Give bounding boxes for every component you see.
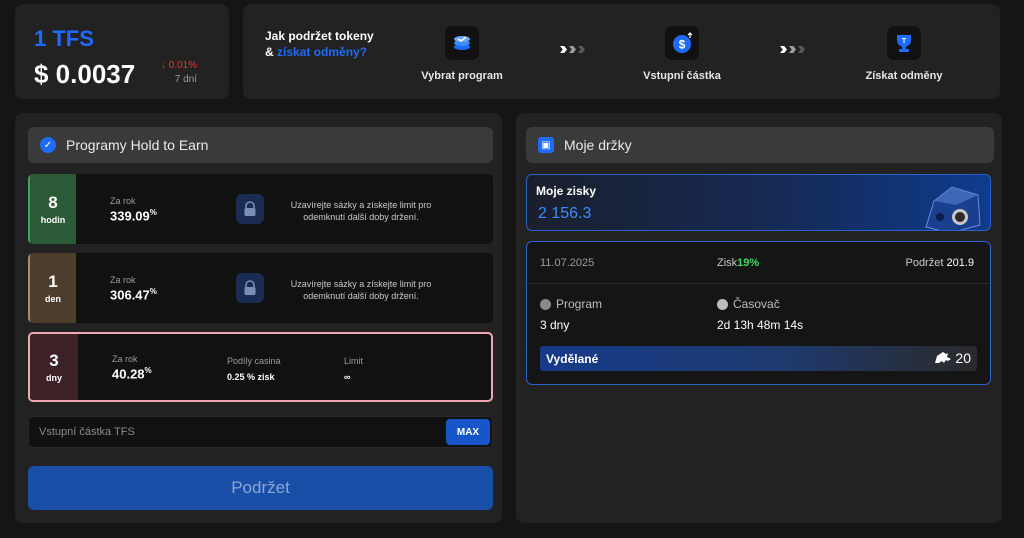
earnings-value: 2 156.3 (538, 205, 592, 222)
step-label: Získat odměny (865, 70, 943, 82)
timer-label: Časovač (717, 297, 780, 311)
price-change: ↓ 0.01% (161, 60, 197, 71)
crystal-coin-icon (925, 186, 981, 230)
step-arrows-1 (560, 46, 585, 53)
token-name: 1 TFS (34, 26, 94, 51)
earned-label: Vydělané (546, 352, 599, 366)
holding-date: 11.07.2025 (540, 257, 595, 269)
holding-held: Podržet 201.9 (905, 257, 974, 269)
program-duration: 1 den (28, 253, 76, 323)
locked-message: Uzavírejte sázky a získejte limit pro od… (290, 200, 432, 222)
duration-number: 3 (49, 351, 59, 370)
duration-unit: den (44, 294, 61, 304)
step-label: Vybrat program (421, 70, 503, 82)
program-card-1-day[interactable]: 1 den Za rok 306.47% Uzavírejte sázky a … (28, 253, 493, 323)
how-to-panel: Jak podržet tokeny & získat odměny? Vybr… (243, 4, 1000, 99)
token-price-panel: 1 TFS $ 0.0037 ↓ 0.01% 7 dní (15, 4, 229, 99)
held-label: Podržet (905, 257, 944, 269)
svg-text:T: T (902, 38, 907, 45)
earned-amount: 20 (955, 350, 971, 366)
limit-label: Limit (344, 356, 364, 366)
earnings-title: Moje zisky (536, 184, 597, 198)
program-value: 3 dny (540, 318, 570, 332)
token-price-value: $ 0.0037 (34, 59, 136, 89)
trophy-icon: T (887, 26, 921, 60)
locked-message: Uzavírejte sázky a získejte limit pro od… (290, 279, 432, 301)
profit-value: 19% (737, 257, 760, 269)
amount-row: MAX (28, 416, 493, 448)
step-choose-program: Vybrat program (397, 26, 527, 82)
rate-number: 339.09 (110, 208, 150, 224)
price-period: 7 dní (174, 74, 197, 85)
program-duration: 3 dny (30, 334, 78, 400)
svg-text:$: $ (679, 38, 686, 52)
timer-value: 2d 13h 48m 14s (717, 318, 804, 332)
max-button[interactable]: MAX (446, 419, 490, 445)
duration-number: 8 (48, 193, 58, 212)
step-arrows-2 (780, 46, 805, 53)
duration-unit: dny (45, 373, 62, 383)
program-card-3-days[interactable]: 3 dny Za rok 40.28% Podíly casina 0.25 %… (28, 332, 493, 402)
duration-unit: hodin (40, 215, 66, 225)
rate-label: Za rok (110, 196, 136, 206)
earnings-card: Moje zisky 2 156.3 (526, 174, 991, 231)
holding-profit: Zisk19% (717, 257, 759, 269)
earned-value: 20 (934, 350, 971, 366)
amount-input[interactable] (29, 417, 439, 447)
down-arrow-icon: ↓ (160, 60, 166, 71)
stack-check-icon (445, 26, 479, 60)
holdings-panel: ▣ Moje držky Moje zisky 2 156.3 11.07.20… (516, 113, 1002, 523)
program-card-8-hours[interactable]: 8 hodin Za rok 339.09% Uzavírejte sázky … (28, 174, 493, 244)
programs-header: ✓ Programy Hold to Earn (28, 127, 493, 163)
timer-label-text: Časovač (733, 297, 780, 311)
price-change-value: 0.01% (168, 60, 197, 71)
held-value: 201.9 (946, 257, 974, 269)
program-label-text: Program (556, 297, 603, 311)
programs-panel: ✓ Programy Hold to Earn 8 hodin Za rok 3… (15, 113, 502, 523)
rate-value: 306.47% (110, 287, 157, 303)
dollar-coin-icon: $ (665, 26, 699, 60)
how-to-question-highlight: získat odměny? (277, 45, 368, 59)
how-to-question: Jak podržet tokeny & získat odměny? (265, 28, 375, 60)
stopwatch-icon (717, 298, 728, 310)
holdings-header: ▣ Moje držky (526, 127, 994, 163)
check-badge-icon: ✓ (40, 137, 56, 153)
profit-label: Zisk (717, 257, 738, 269)
rate-number: 40.28 (112, 366, 145, 382)
duration-number: 1 (48, 272, 58, 291)
lock-icon (236, 194, 264, 224)
program-duration: 8 hodin (28, 174, 76, 244)
rate-number: 306.47 (110, 287, 150, 303)
rate-label: Za rok (110, 275, 136, 285)
hold-button[interactable]: Podržet (28, 466, 493, 510)
lock-icon (236, 273, 264, 303)
earned-bar: Vydělané 20 (540, 346, 977, 371)
step-label: Vstupní částka (643, 70, 721, 82)
limit-value: ∞ (344, 372, 351, 382)
rate-value: 40.28% (112, 366, 152, 382)
program-label: Program (540, 297, 602, 311)
holding-entry-card: 11.07.2025 Zisk19% Podržet 201.9 Program… (526, 241, 991, 385)
step-entry-amount: $ Vstupní částka (617, 26, 747, 82)
step-get-rewards: T Získat odměny (839, 26, 969, 82)
program-icon (540, 298, 551, 310)
holdings-title: Moje držky (564, 137, 632, 153)
holding-summary-row: 11.07.2025 Zisk19% Podržet 201.9 (527, 242, 990, 284)
casino-share-value: 0.25 % zisk (227, 372, 275, 382)
casino-share-label: Podíly casina (227, 356, 281, 366)
programs-title: Programy Hold to Earn (66, 137, 209, 153)
lion-icon (935, 352, 952, 363)
wallet-icon: ▣ (538, 137, 554, 153)
rate-label: Za rok (112, 354, 138, 364)
rate-value: 339.09% (110, 208, 157, 224)
